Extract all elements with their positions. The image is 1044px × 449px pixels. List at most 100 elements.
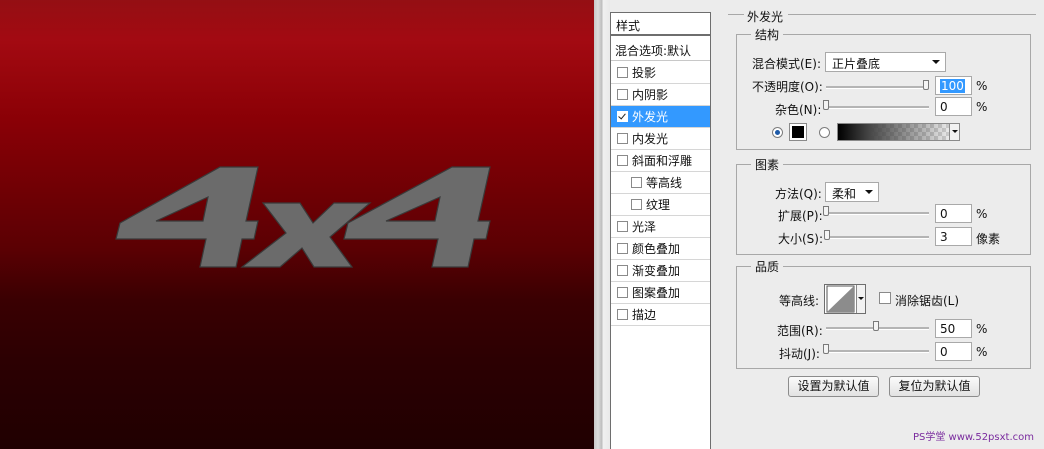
document-canvas[interactable]: 4x4 xyxy=(0,0,594,449)
watermark: PS学堂 www.52psxt.com xyxy=(912,432,1034,443)
spread-slider-thumb[interactable] xyxy=(823,206,829,216)
style-item-label: 内阴影 xyxy=(632,88,669,102)
blending-options-item[interactable]: 混合选项:默认 xyxy=(611,38,710,61)
style-checkbox[interactable] xyxy=(617,67,628,78)
jitter-unit: % xyxy=(976,345,988,359)
blend-mode-select[interactable]: 正片叠底 xyxy=(825,52,946,72)
title-rule xyxy=(788,14,1036,15)
anti-alias-label: 消除锯齿(L) xyxy=(895,294,960,308)
style-item-label: 等高线 xyxy=(646,176,683,190)
styles-header[interactable]: 样式 xyxy=(611,13,710,36)
style-item[interactable]: 纹理 xyxy=(611,194,710,216)
style-item-label: 投影 xyxy=(632,66,657,80)
style-checkbox[interactable] xyxy=(617,309,628,320)
contour-dropdown[interactable] xyxy=(856,285,865,313)
chevron-down-icon xyxy=(932,60,940,64)
style-item[interactable]: 投影 xyxy=(611,62,710,84)
range-input[interactable]: 50 xyxy=(935,319,972,338)
style-item[interactable]: 等高线 xyxy=(611,172,710,194)
blend-mode-label: 混合模式(E): xyxy=(752,57,821,71)
opacity-slider-thumb[interactable] xyxy=(923,80,929,90)
glow-color-swatch[interactable] xyxy=(789,123,807,141)
style-item[interactable]: 渐变叠加 xyxy=(611,260,710,282)
chevron-down-icon xyxy=(952,130,958,133)
spread-label: 扩展(P): xyxy=(778,209,823,223)
anti-alias-checkbox[interactable] xyxy=(879,292,891,304)
jitter-slider-track[interactable] xyxy=(826,350,929,353)
contour-preview-icon xyxy=(826,285,855,313)
jitter-slider-thumb[interactable] xyxy=(823,344,829,354)
glow-color-fill xyxy=(792,126,804,138)
chevron-down-icon xyxy=(865,190,873,194)
style-item-label: 内发光 xyxy=(632,132,669,146)
gradient-picker[interactable] xyxy=(837,123,960,141)
structure-legend: 结构 xyxy=(751,26,784,43)
blend-mode-value: 正片叠底 xyxy=(832,57,881,71)
opacity-slider-track[interactable] xyxy=(826,86,929,89)
spread-slider-track[interactable] xyxy=(826,212,929,215)
contour-picker[interactable] xyxy=(824,284,866,314)
reset-default-button[interactable]: 复位为默认值 xyxy=(889,376,980,397)
size-input[interactable]: 3 xyxy=(935,227,972,246)
style-item[interactable]: 内发光 xyxy=(611,128,710,150)
elements-legend: 图素 xyxy=(751,156,784,173)
noise-slider-track[interactable] xyxy=(826,106,929,109)
style-item-label: 颜色叠加 xyxy=(632,242,681,256)
style-item[interactable]: 外发光 xyxy=(611,106,710,128)
noise-label: 杂色(N): xyxy=(775,103,822,117)
style-checkbox[interactable] xyxy=(617,111,628,122)
style-checkbox[interactable] xyxy=(617,155,628,166)
style-item-label: 渐变叠加 xyxy=(632,264,681,278)
noise-slider-thumb[interactable] xyxy=(823,100,829,110)
window-frame xyxy=(594,0,610,449)
technique-label: 方法(Q): xyxy=(775,187,822,201)
canvas-sheen xyxy=(0,0,594,120)
style-checkbox[interactable] xyxy=(617,287,628,298)
technique-value: 柔和 xyxy=(832,187,857,201)
style-checkbox[interactable] xyxy=(617,89,628,100)
style-checkbox[interactable] xyxy=(631,177,642,188)
technique-select[interactable]: 柔和 xyxy=(825,182,879,202)
styles-list: 样式 混合选项:默认 投影内阴影外发光内发光斜面和浮雕等高线纹理光泽颜色叠加渐变… xyxy=(610,12,711,449)
style-item-label: 图案叠加 xyxy=(632,286,681,300)
style-item[interactable]: 内阴影 xyxy=(611,84,710,106)
solid-color-radio[interactable] xyxy=(772,127,783,138)
style-item[interactable]: 光泽 xyxy=(611,216,710,238)
style-item[interactable]: 描边 xyxy=(611,304,710,326)
style-item-label: 描边 xyxy=(632,308,657,322)
range-label: 范围(R): xyxy=(777,324,823,338)
size-slider-thumb[interactable] xyxy=(824,230,831,240)
opacity-input[interactable]: 100 xyxy=(935,76,972,95)
opacity-value: 100 xyxy=(940,79,965,93)
size-slider-track[interactable] xyxy=(826,236,929,239)
gradient-radio[interactable] xyxy=(819,127,830,138)
outer-glow-title: 外发光 xyxy=(745,8,786,25)
style-item[interactable]: 斜面和浮雕 xyxy=(611,150,710,172)
spread-unit: % xyxy=(976,207,988,221)
gradient-dropdown[interactable] xyxy=(949,124,959,140)
style-item-label: 纹理 xyxy=(646,198,671,212)
style-checkbox[interactable] xyxy=(617,221,628,232)
style-checkbox[interactable] xyxy=(617,265,628,276)
style-checkbox[interactable] xyxy=(631,199,642,210)
range-unit: % xyxy=(976,322,988,336)
spread-input[interactable]: 0 xyxy=(935,204,972,223)
noise-unit: % xyxy=(976,100,988,114)
range-slider-thumb[interactable] xyxy=(873,321,879,331)
contour-label: 等高线: xyxy=(779,294,820,308)
jitter-input[interactable]: 0 xyxy=(935,342,972,361)
set-default-button[interactable]: 设置为默认值 xyxy=(788,376,879,397)
style-checkbox[interactable] xyxy=(617,133,628,144)
logo-4x4: 4x4 xyxy=(115,166,491,268)
opacity-label: 不透明度(O): xyxy=(752,80,823,94)
style-item-label: 斜面和浮雕 xyxy=(632,154,693,168)
style-item[interactable]: 图案叠加 xyxy=(611,282,710,304)
size-label: 大小(S): xyxy=(778,232,824,246)
jitter-label: 抖动(J): xyxy=(779,347,820,361)
style-checkbox[interactable] xyxy=(617,243,628,254)
chevron-down-icon xyxy=(858,297,864,300)
noise-input[interactable]: 0 xyxy=(935,97,972,116)
style-item-label: 外发光 xyxy=(632,110,669,124)
style-item[interactable]: 颜色叠加 xyxy=(611,238,710,260)
style-item-label: 光泽 xyxy=(632,220,657,234)
